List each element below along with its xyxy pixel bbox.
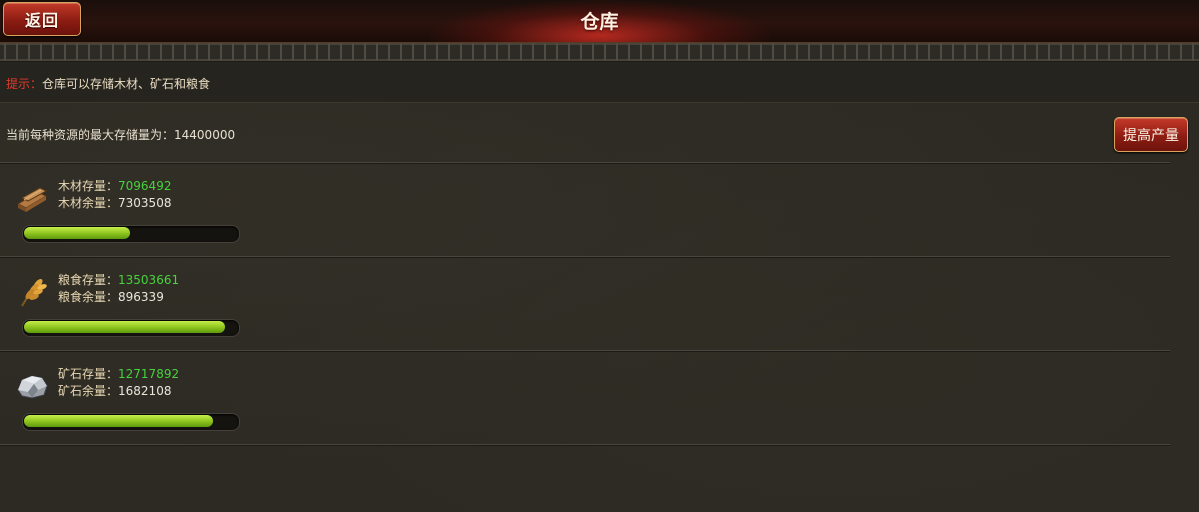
divider xyxy=(0,444,1170,445)
raise-production-button[interactable]: 提高产量 xyxy=(1114,117,1188,152)
max-capacity-text: 当前每种资源的最大存储量为：14400000 xyxy=(6,126,235,143)
wood-icon xyxy=(14,180,50,216)
ore-remaining-value: 1682108 xyxy=(118,384,172,398)
resource-grain: 粮食存量：13503661 粮食余量：896339 xyxy=(0,262,600,352)
grain-remaining: 粮食余量：896339 xyxy=(58,288,164,305)
grain-stored-label: 粮食存量： xyxy=(58,273,119,287)
wood-stored-value: 7096492 xyxy=(118,179,172,193)
divider xyxy=(0,162,1170,163)
wood-stored-label: 木材存量： xyxy=(58,179,119,193)
ore-progress-bar xyxy=(22,413,240,431)
back-button[interactable]: 返回 xyxy=(3,2,81,36)
ore-stored: 矿石存量：12717892 xyxy=(58,365,179,382)
capacity-value: 14400000 xyxy=(174,128,236,142)
ore-stored-value: 12717892 xyxy=(118,367,180,381)
divider xyxy=(0,350,1170,351)
divider xyxy=(0,256,1170,257)
resource-wood: 木材存量：7096492 木材余量：7303508 xyxy=(0,168,600,258)
grain-remaining-value: 896339 xyxy=(118,290,164,304)
wood-stored: 木材存量：7096492 xyxy=(58,177,171,194)
ore-stored-label: 矿石存量： xyxy=(58,367,119,381)
tip-bar: 提示：仓库可以存储木材、矿石和粮食 xyxy=(0,62,1199,103)
grain-stored-value: 13503661 xyxy=(118,273,180,287)
ore-remaining-label: 矿石余量： xyxy=(58,384,119,398)
wood-remaining-label: 木材余量： xyxy=(58,196,119,210)
ore-progress-fill xyxy=(24,415,213,427)
wood-progress-bar xyxy=(22,225,240,243)
decorative-border xyxy=(0,43,1199,62)
ore-remaining: 矿石余量：1682108 xyxy=(58,382,171,399)
grain-progress-bar xyxy=(22,319,240,337)
resource-ore: 矿石存量：12717892 矿石余量：1682108 xyxy=(0,356,600,446)
wood-remaining: 木材余量：7303508 xyxy=(58,194,171,211)
capacity-label: 当前每种资源的最大存储量为： xyxy=(6,128,175,142)
grain-remaining-label: 粮食余量： xyxy=(58,290,119,304)
grain-icon xyxy=(14,274,50,310)
top-bar: 仓库 返回 xyxy=(0,0,1199,43)
page-title: 仓库 xyxy=(580,11,619,33)
tip-label: 提示： xyxy=(6,77,43,91)
tip-message: 提示：仓库可以存储木材、矿石和粮食 xyxy=(6,75,210,92)
tip-text: 仓库可以存储木材、矿石和粮食 xyxy=(42,77,211,91)
wood-progress-fill xyxy=(24,227,130,239)
ore-icon xyxy=(14,368,50,404)
grain-stored: 粮食存量：13503661 xyxy=(58,271,179,288)
wood-remaining-value: 7303508 xyxy=(118,196,172,210)
grain-progress-fill xyxy=(24,321,225,333)
